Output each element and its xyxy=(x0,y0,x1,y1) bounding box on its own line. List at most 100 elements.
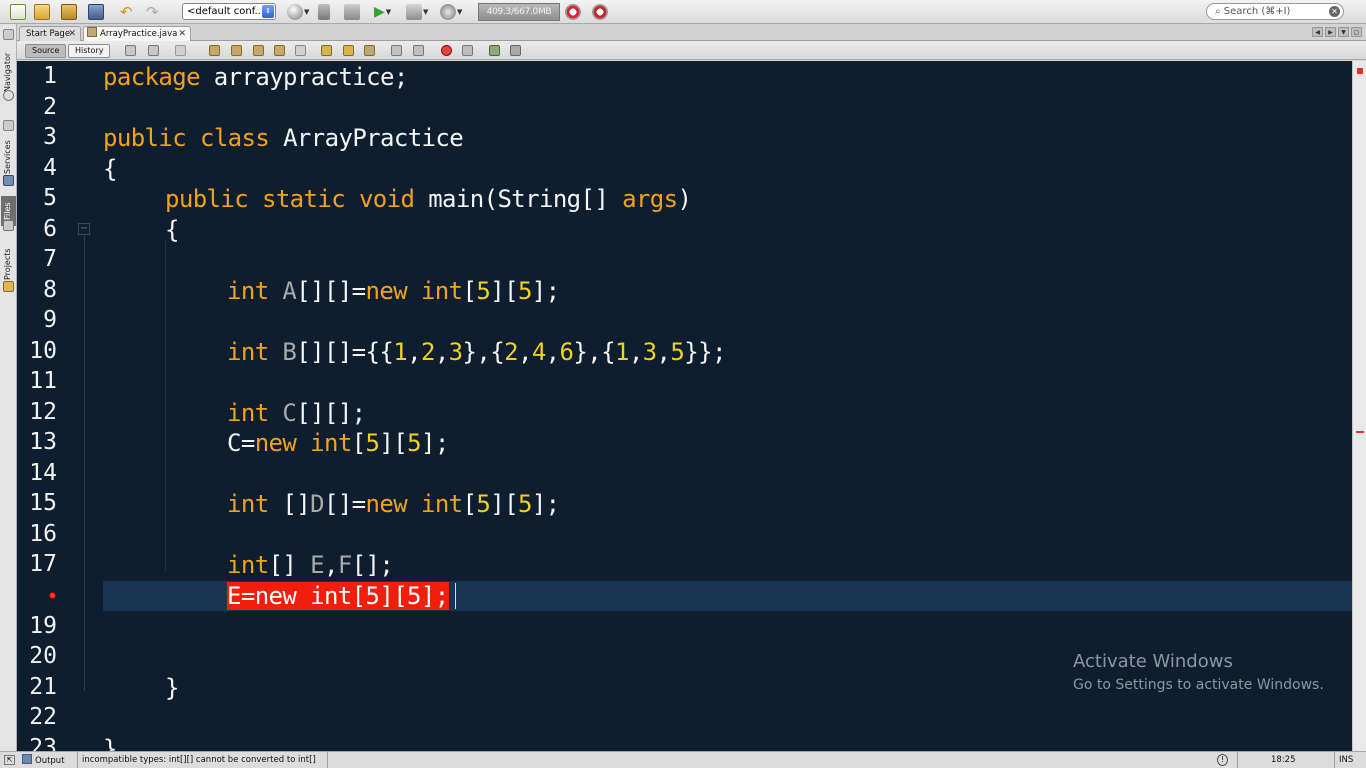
error-marker-icon[interactable] xyxy=(49,592,56,599)
number: 3 xyxy=(642,338,657,366)
services-pin-icon[interactable] xyxy=(3,120,14,131)
clear-search-icon[interactable]: ✕ xyxy=(1329,6,1340,17)
code-text: main(String[] xyxy=(414,185,623,213)
number: 4 xyxy=(531,338,546,366)
toggle-bookmark-icon[interactable] xyxy=(364,45,375,56)
dock-icon[interactable]: ⇱ xyxy=(4,755,15,765)
gc-icon[interactable] xyxy=(565,3,581,21)
forward-icon[interactable] xyxy=(175,45,186,56)
comment-icon[interactable] xyxy=(489,45,500,56)
editor-tab-bar: Start Page ✕ ArrayPractice.java ✕ ◀ ▶ ▼ ▢ xyxy=(17,24,1366,41)
code-text: [][]={{ xyxy=(296,338,394,366)
keyword: int xyxy=(227,490,269,518)
shift-left-icon[interactable] xyxy=(391,45,402,56)
number: 6 xyxy=(559,338,574,366)
text-caret xyxy=(455,583,456,609)
clean-build-icon[interactable] xyxy=(344,3,360,21)
profile-icon[interactable]: ▼ xyxy=(440,3,462,21)
undo-icon[interactable]: ↶ xyxy=(120,3,133,21)
find-icon[interactable] xyxy=(209,45,220,56)
configuration-select[interactable]: <default conf... ⇕ xyxy=(182,3,276,20)
line-number: 23 xyxy=(29,735,57,751)
number: 5 xyxy=(517,277,532,305)
output-tab[interactable]: Output xyxy=(22,754,65,768)
error-highlight[interactable]: E=new int[5][5]; xyxy=(227,582,449,610)
line-number: 12 xyxy=(29,399,57,425)
status-bar: ⇱ Output incompatible types: int[][] can… xyxy=(0,751,1366,768)
tab-list-icon[interactable]: ▼ xyxy=(1338,27,1349,37)
tab-projects[interactable]: Projects xyxy=(1,242,16,282)
find-previous-icon[interactable] xyxy=(231,45,242,56)
line-number: 15 xyxy=(29,490,57,516)
scroll-left-icon[interactable]: ◀ xyxy=(1312,27,1323,37)
code-line-8: int A[][]=new int[5][5]; xyxy=(227,276,560,306)
number: 5 xyxy=(476,490,491,518)
search-placeholder: Search (⌘+I) xyxy=(1223,6,1291,17)
redo-icon[interactable]: ↷ xyxy=(146,3,159,21)
maximize-icon[interactable]: ▢ xyxy=(1351,27,1362,37)
debug-icon[interactable]: ▼ xyxy=(406,3,428,21)
toggle-highlight-icon[interactable] xyxy=(274,45,285,56)
globe-icon[interactable]: ▼ xyxy=(287,3,309,21)
code-text: [] xyxy=(282,490,311,518)
code-text: ) xyxy=(677,185,692,213)
memory-indicator[interactable]: 409.3/667.0MB xyxy=(478,3,560,21)
error-summary-icon[interactable] xyxy=(1357,68,1363,74)
open-project-icon[interactable] xyxy=(61,3,77,21)
editor-toolbar: Source History xyxy=(17,41,1366,60)
tab-start-page[interactable]: Start Page ✕ xyxy=(19,26,81,41)
line-number: 3 xyxy=(43,124,57,150)
tab-navigator[interactable]: Navigator xyxy=(1,44,16,94)
search-box[interactable]: ⌕ Search (⌘+I) ✕ xyxy=(1206,3,1344,20)
code-text: C= xyxy=(227,429,255,457)
find-next-icon[interactable] xyxy=(253,45,264,56)
error-stripe[interactable] xyxy=(1352,61,1366,751)
search-icon: ⌕ xyxy=(1215,6,1221,17)
divider xyxy=(1237,752,1238,768)
code-line-21: } xyxy=(165,674,179,702)
fold-toggle-icon[interactable]: − xyxy=(78,223,90,235)
scroll-right-icon[interactable]: ▶ xyxy=(1325,27,1336,37)
code-line-1: package arraypractice; xyxy=(103,62,408,92)
tab-array-practice[interactable]: ArrayPractice.java ✕ xyxy=(83,26,191,41)
code-line-18-error[interactable]: E=new int[5][5]; xyxy=(227,581,449,611)
close-icon[interactable]: ✕ xyxy=(178,27,186,41)
toggle-rect-select-icon[interactable] xyxy=(295,45,306,56)
uncomment-icon[interactable] xyxy=(510,45,521,56)
stop-macro-icon[interactable] xyxy=(462,45,473,56)
tab-files-label: Files xyxy=(3,202,12,220)
new-file-icon[interactable] xyxy=(10,3,26,21)
code-line-23: } xyxy=(103,735,117,751)
previous-bookmark-icon[interactable] xyxy=(321,45,332,56)
close-icon[interactable]: ✕ xyxy=(68,27,76,41)
shift-right-icon[interactable] xyxy=(413,45,424,56)
new-project-icon[interactable] xyxy=(34,3,50,21)
notifications-icon[interactable]: ! xyxy=(1217,754,1228,766)
history-button[interactable]: History xyxy=(68,44,111,58)
code-text: , xyxy=(517,338,532,366)
back-icon[interactable] xyxy=(148,45,159,56)
profile-gc-icon[interactable] xyxy=(592,3,608,21)
number: 5 xyxy=(407,429,421,457)
navigator-pin-icon[interactable] xyxy=(3,29,14,40)
files-icon xyxy=(3,220,14,231)
source-button[interactable]: Source xyxy=(25,44,67,58)
line-number: 14 xyxy=(29,460,57,486)
start-macro-icon[interactable] xyxy=(441,45,452,56)
next-bookmark-icon[interactable] xyxy=(343,45,354,56)
variable: B xyxy=(282,338,297,366)
code-editor[interactable]: 1 2 3 4 5 6 7 8 9 10 11 12 13 14 15 16 1… xyxy=(17,61,1352,751)
code-line-13: C=new int[5][5]; xyxy=(227,428,449,458)
number: 2 xyxy=(420,338,435,366)
line-number: 5 xyxy=(43,185,57,211)
last-edit-icon[interactable] xyxy=(125,45,136,56)
build-hammer-icon[interactable] xyxy=(318,3,330,21)
number: 1 xyxy=(393,338,408,366)
tab-services[interactable]: Services xyxy=(1,134,16,176)
variable: D xyxy=(310,490,324,518)
code-text: ]; xyxy=(531,277,560,305)
run-icon[interactable]: ▶ ▼ xyxy=(374,3,391,21)
error-stripe-mark[interactable] xyxy=(1356,431,1364,433)
code-line-4: { xyxy=(103,155,117,183)
save-all-icon[interactable] xyxy=(88,3,104,21)
